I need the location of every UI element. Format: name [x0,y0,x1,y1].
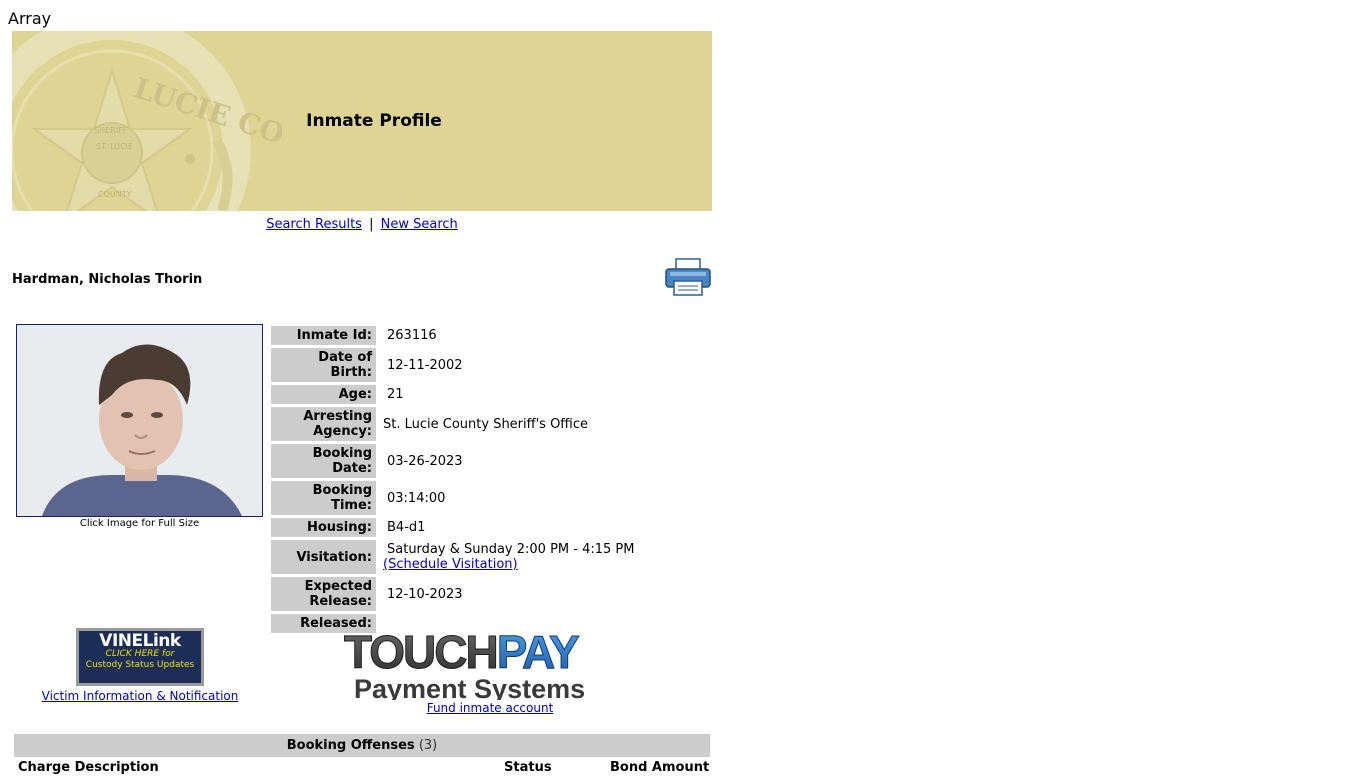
svg-text:COUNTY: COUNTY [98,190,132,199]
breadcrumb: Search Results | New Search [12,217,712,232]
printer-icon[interactable] [664,257,712,297]
vinelink-click-here: CLICK HERE for [105,649,175,659]
vinelink-badge[interactable]: VINELink CLICK HERE for Custody Status U… [76,628,204,686]
info-row-age: Age: 21 [271,385,642,404]
label-dob: Date of Birth: [271,348,376,382]
label-inmate-id: Inmate Id: [271,326,376,345]
value-inmate-id: 263116 [387,328,437,343]
mugshot-image [17,325,262,516]
inmate-photo[interactable] [16,324,263,517]
value-agency: St. Lucie County Sheriff's Office [383,416,589,432]
inmate-name: Hardman, Nicholas Thorin [12,272,203,287]
touchpay-logo[interactable]: TOUCHPAY Payment Systems [340,628,640,700]
info-row-booking-time: Booking Time: 03:14:00 [271,481,642,515]
value-visitation: Saturday & Sunday 2:00 PM - 4:15 PM (Sch… [379,540,642,574]
svg-text:TOUCHPAY: TOUCHPAY [344,628,579,678]
debug-array-text: Array [8,9,52,28]
fund-inmate-account-link[interactable]: Fund inmate account [340,701,640,715]
label-housing: Housing: [271,518,376,537]
info-row-visitation: Visitation: Saturday & Sunday 2:00 PM - … [271,540,642,574]
visitation-hours: Saturday & Sunday 2:00 PM - 4:15 PM [387,542,635,557]
info-row-agency: Arresting Agency: St. Lucie County Sheri… [271,407,642,441]
label-age: Age: [271,385,376,404]
label-expected-release: Expected Release: [271,577,376,611]
info-row-housing: Housing: B4-d1 [271,518,642,537]
info-row-dob: Date of Birth: 12-11-2002 [271,348,642,382]
label-agency: Arresting Agency: [271,407,376,441]
booking-offenses-header: Booking Offenses (3) [14,734,710,757]
value-booking-time: 03:14:00 [387,490,446,506]
vinelink-custody: Custody Status Updates [85,660,195,670]
label-booking-time: Booking Time: [271,481,376,515]
search-results-link[interactable]: Search Results [266,217,362,232]
schedule-visitation-link[interactable]: (Schedule Visitation) [383,557,518,572]
vinelink-section: VINELink CLICK HERE for Custody Status U… [20,628,260,703]
value-housing: B4-d1 [387,520,426,535]
nav-separator: | [369,217,374,232]
header-banner: LUCIE COUNTY SHERIFF ST. LUCIE COUNTY In… [12,31,712,211]
info-row-inmate-id: Inmate Id: 263116 [271,326,642,345]
touchpay-section: TOUCHPAY Payment Systems Fund inmate acc… [340,628,640,715]
info-row-expected-release: Expected Release: 12-10-2023 [271,577,642,611]
value-age: 21 [387,387,404,402]
value-booking-date: 03-26-2023 [387,453,463,469]
new-search-link[interactable]: New Search [381,217,458,232]
label-booking-date: Booking Date: [271,444,376,478]
label-visitation: Visitation: [271,540,376,574]
value-expected-release: 12-10-2023 [387,586,463,602]
info-row-booking-date: Booking Date: 03-26-2023 [271,444,642,478]
vinelink-logo: VINELink [99,631,181,651]
svg-text:Payment Systems: Payment Systems [354,674,585,700]
booking-offenses-count: (3) [418,738,438,753]
offense-table-headers: Charge Description Status Bond Amount [14,760,710,780]
booking-offenses-title: Booking Offenses [286,738,415,753]
photo-caption: Click Image for Full Size [79,518,200,529]
svg-text:ST. LUCIE: ST. LUCIE [96,142,133,151]
value-dob: 12-11-2002 [387,357,463,373]
victim-information-link[interactable]: Victim Information & Notification [20,689,260,703]
page-title: Inmate Profile [306,111,442,131]
inmate-info-table: Inmate Id: 263116 Date of Birth: 12-11-2… [268,323,645,636]
